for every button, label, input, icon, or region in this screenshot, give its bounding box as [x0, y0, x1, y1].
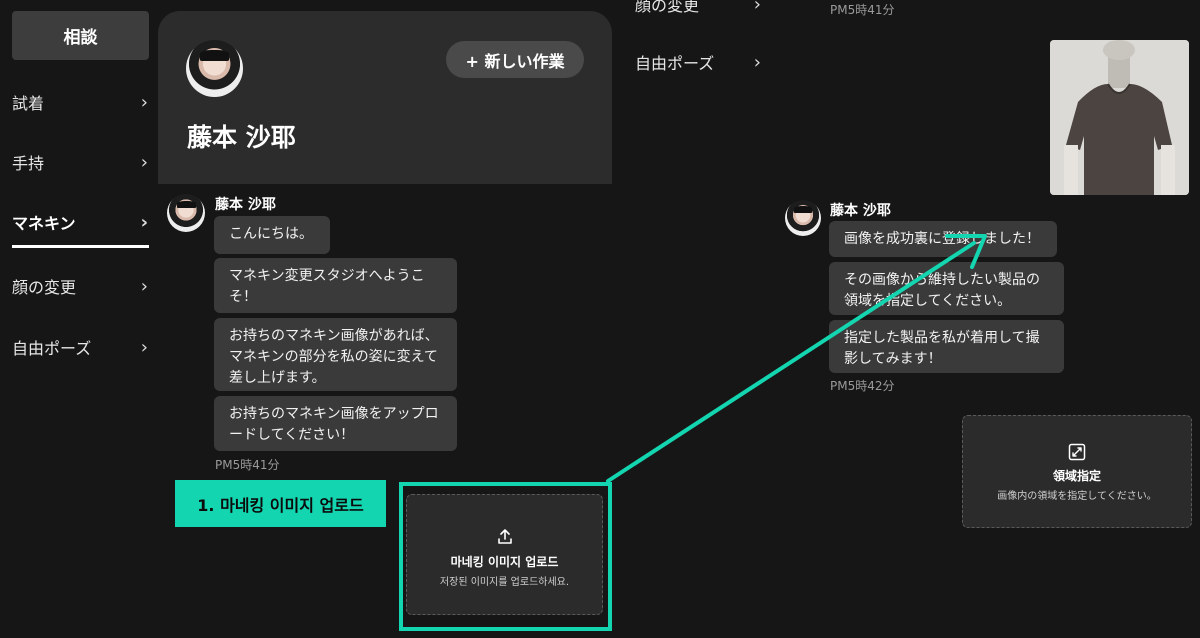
screen: 相談 試着 › 手持 › マネキン › 顔の変更 › 自由ポーズ › + 新しい…: [0, 0, 1200, 638]
annotation-arrow: [606, 234, 987, 483]
